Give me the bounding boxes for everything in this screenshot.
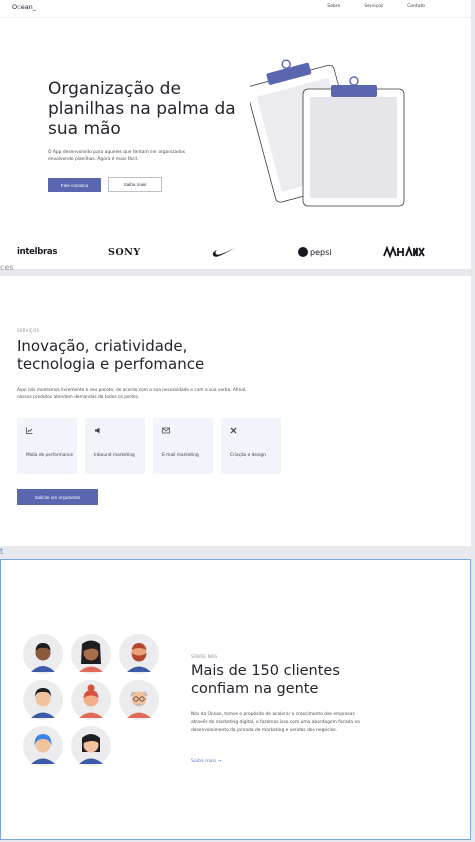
- brand-pepsi: pepsi: [298, 245, 331, 259]
- avatar-icon: [23, 726, 63, 766]
- service-card-label: Mídia de performance: [26, 453, 74, 458]
- brand-sony: SONY: [108, 246, 141, 258]
- wordmark-logo-icon: [383, 246, 425, 258]
- main-nav: Sobre Serviços Contato: [327, 4, 425, 9]
- megaphone-icon: [94, 427, 101, 436]
- avatar-icon: [23, 680, 63, 720]
- nav-item-contato[interactable]: Contato: [407, 4, 425, 9]
- brand-logo-5: [383, 245, 425, 259]
- front-clipboard: [302, 76, 405, 207]
- about-section: SOBRE NÓS Mais de 150 clientes confiam n…: [0, 559, 471, 840]
- about-kicker: SOBRE NÓS: [191, 654, 218, 659]
- avatar-icon: [71, 680, 111, 720]
- request-quote-button[interactable]: Solicite um orçamento: [17, 489, 98, 505]
- service-card-label: Inbound marketing: [94, 453, 135, 458]
- avatar-icon: [119, 680, 159, 720]
- services-section: SERVIÇOS Inovação, criatividade, tecnolo…: [0, 276, 471, 546]
- nike-logo-icon: [212, 245, 236, 259]
- service-card-inbound[interactable]: Inbound marketing: [85, 418, 145, 474]
- pepsi-wordmark: pepsi: [310, 247, 332, 257]
- client-avatars: [23, 634, 163, 774]
- logo[interactable]: Ocean_: [12, 3, 36, 11]
- brand-logos: intelbras SONY pepsi: [0, 245, 471, 261]
- service-card-label: Criação e design: [230, 453, 266, 458]
- avatar-icon: [119, 634, 159, 674]
- brand-intelbras: intelbras: [17, 247, 58, 257]
- pepsi-globe-icon: [298, 247, 308, 257]
- hero-description: O App desenvolvido para aqueles que tent…: [48, 150, 186, 162]
- service-card-label: E-mail marketing: [162, 453, 199, 458]
- contact-button[interactable]: Fale conosco: [48, 178, 101, 192]
- services-kicker: SERVIÇOS: [17, 328, 40, 333]
- nav-item-sobre[interactable]: Sobre: [327, 4, 340, 9]
- section-tag-label: t: [0, 547, 4, 556]
- learn-more-link[interactable]: Saiba mais →: [191, 759, 221, 764]
- top-navbar: Ocean_ Sobre Serviços Contato: [0, 0, 471, 18]
- learn-more-button[interactable]: Saiba mais: [108, 177, 162, 192]
- avatar-icon: [71, 634, 111, 674]
- service-card-email[interactable]: E-mail marketing: [153, 418, 213, 474]
- service-card-design[interactable]: Criação e design: [221, 418, 281, 474]
- services-title: Inovação, criatividade, tecnologia e per…: [17, 337, 205, 373]
- hero-title: Organização de planilhas na palma da sua…: [48, 79, 236, 139]
- clipboards-illustration: [250, 59, 405, 207]
- avatar-icon: [23, 634, 63, 674]
- nav-item-servicos[interactable]: Serviços: [364, 4, 383, 9]
- services-description: Aqui nós montamos livremente o seu pacot…: [17, 388, 247, 400]
- hero-section: Ocean_ Sobre Serviços Contato Organizaçã…: [0, 0, 471, 270]
- service-card-performance[interactable]: Mídia de performance: [17, 418, 77, 474]
- service-cards: Mídia de performance Inbound marketing E…: [17, 418, 281, 474]
- chart-icon: [26, 427, 33, 436]
- about-description: Nós da Ocean, temos o propósito de acele…: [191, 712, 360, 733]
- avatar-icon: [71, 726, 111, 766]
- logo-suffix: ean_: [20, 3, 37, 11]
- mail-icon: [162, 427, 170, 436]
- section-tag-label: ces: [0, 263, 14, 272]
- about-title: Mais de 150 clientes confiam na gente: [191, 663, 340, 697]
- design-icon: [230, 427, 237, 436]
